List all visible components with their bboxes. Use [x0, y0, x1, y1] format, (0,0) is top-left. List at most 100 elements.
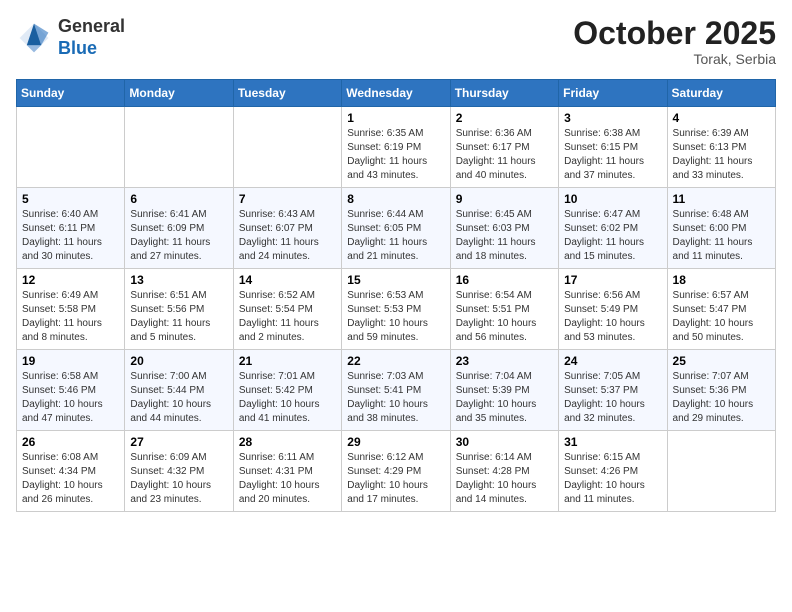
calendar-cell: 12Sunrise: 6:49 AM Sunset: 5:58 PM Dayli…: [17, 269, 125, 350]
calendar-cell: 16Sunrise: 6:54 AM Sunset: 5:51 PM Dayli…: [450, 269, 558, 350]
day-info: Sunrise: 6:53 AM Sunset: 5:53 PM Dayligh…: [347, 289, 444, 345]
day-number: 6: [130, 192, 227, 206]
calendar-cell: 19 Sunrise: 6:58 AM Sunset: 5:46 PM Dayli…: [17, 350, 125, 431]
calendar-day-header: Friday: [559, 80, 667, 107]
day-number: 10: [564, 192, 661, 206]
day-info: Sunrise: 7:04 AM Sunset: 5:39 PM Dayligh…: [456, 370, 553, 426]
day-info: Sunrise: 7:00 AM Sunset: 5:44 PM Dayligh…: [130, 370, 227, 426]
day-number: 18: [673, 273, 770, 287]
calendar-cell: 22Sunrise: 7:03 AM Sunset: 5:41 PM Dayli…: [342, 350, 450, 431]
calendar-cell: 9Sunrise: 6:45 AM Sunset: 6:03 PM Daylig…: [450, 188, 558, 269]
calendar-cell: 24 Sunrise: 7:05 AM Sunset: 5:37 PM Dayli…: [559, 350, 667, 431]
day-number: 30: [456, 435, 553, 449]
day-info: Sunrise: 6:58 AM Sunset: 5:46 PM Dayligh…: [22, 370, 119, 426]
day-info: Sunrise: 6:12 AM Sunset: 4:29 PM Dayligh…: [347, 451, 444, 507]
calendar-week-row: 26 Sunrise: 6:08 AM Sunset: 4:34 PM Dayli…: [17, 431, 776, 512]
calendar-day-header: Saturday: [667, 80, 775, 107]
day-info: Sunrise: 6:49 AM Sunset: 5:58 PM Dayligh…: [22, 289, 119, 345]
day-info: Sunrise: 6:48 AM Sunset: 6:00 PM Dayligh…: [673, 208, 770, 264]
calendar-table: SundayMondayTuesdayWednesdayThursdayFrid…: [16, 79, 776, 512]
calendar-week-row: 5Sunrise: 6:40 AM Sunset: 6:11 PM Daylig…: [17, 188, 776, 269]
day-info: Sunrise: 6:14 AM Sunset: 4:28 PM Dayligh…: [456, 451, 553, 507]
calendar-week-row: 1 Sunrise: 6:35 AM Sunset: 6:19 PM Daylig…: [17, 107, 776, 188]
calendar-cell: 30 Sunrise: 6:14 AM Sunset: 4:28 PM Dayli…: [450, 431, 558, 512]
day-info: Sunrise: 6:40 AM Sunset: 6:11 PM Dayligh…: [22, 208, 119, 264]
day-info: Sunrise: 6:35 AM Sunset: 6:19 PM Dayligh…: [347, 127, 444, 183]
calendar-cell: 4 Sunrise: 6:39 AM Sunset: 6:13 PM Daylig…: [667, 107, 775, 188]
calendar-cell: 17Sunrise: 6:56 AM Sunset: 5:49 PM Dayli…: [559, 269, 667, 350]
calendar-cell: 26 Sunrise: 6:08 AM Sunset: 4:34 PM Dayli…: [17, 431, 125, 512]
calendar-cell: 28Sunrise: 6:11 AM Sunset: 4:31 PM Dayli…: [233, 431, 341, 512]
calendar-cell: 25 Sunrise: 7:07 AM Sunset: 5:36 PM Dayli…: [667, 350, 775, 431]
calendar-week-row: 19 Sunrise: 6:58 AM Sunset: 5:46 PM Dayli…: [17, 350, 776, 431]
day-number: 25: [673, 354, 770, 368]
day-number: 29: [347, 435, 444, 449]
day-number: 22: [347, 354, 444, 368]
day-number: 8: [347, 192, 444, 206]
day-number: 2: [456, 111, 553, 125]
calendar-cell: 29 Sunrise: 6:12 AM Sunset: 4:29 PM Dayli…: [342, 431, 450, 512]
calendar-cell: 1 Sunrise: 6:35 AM Sunset: 6:19 PM Daylig…: [342, 107, 450, 188]
calendar-cell: [667, 431, 775, 512]
day-number: 26: [22, 435, 119, 449]
day-number: 21: [239, 354, 336, 368]
day-info: Sunrise: 6:54 AM Sunset: 5:51 PM Dayligh…: [456, 289, 553, 345]
day-number: 3: [564, 111, 661, 125]
day-info: Sunrise: 7:05 AM Sunset: 5:37 PM Dayligh…: [564, 370, 661, 426]
logo-general: General: [58, 16, 125, 36]
day-info: Sunrise: 7:01 AM Sunset: 5:42 PM Dayligh…: [239, 370, 336, 426]
day-info: Sunrise: 6:36 AM Sunset: 6:17 PM Dayligh…: [456, 127, 553, 183]
calendar-day-header: Monday: [125, 80, 233, 107]
calendar-day-header: Tuesday: [233, 80, 341, 107]
calendar-cell: 10Sunrise: 6:47 AM Sunset: 6:02 PM Dayli…: [559, 188, 667, 269]
day-number: 14: [239, 273, 336, 287]
day-number: 1: [347, 111, 444, 125]
calendar-cell: 8 Sunrise: 6:44 AM Sunset: 6:05 PM Daylig…: [342, 188, 450, 269]
day-info: Sunrise: 6:57 AM Sunset: 5:47 PM Dayligh…: [673, 289, 770, 345]
location-subtitle: Torak, Serbia: [573, 51, 776, 67]
day-number: 23: [456, 354, 553, 368]
day-info: Sunrise: 6:56 AM Sunset: 5:49 PM Dayligh…: [564, 289, 661, 345]
calendar-cell: [233, 107, 341, 188]
day-info: Sunrise: 6:38 AM Sunset: 6:15 PM Dayligh…: [564, 127, 661, 183]
calendar-day-header: Sunday: [17, 80, 125, 107]
calendar-cell: 11 Sunrise: 6:48 AM Sunset: 6:00 PM Dayli…: [667, 188, 775, 269]
day-number: 31: [564, 435, 661, 449]
calendar-cell: 7 Sunrise: 6:43 AM Sunset: 6:07 PM Daylig…: [233, 188, 341, 269]
day-number: 13: [130, 273, 227, 287]
logo-icon: [16, 20, 52, 56]
logo: General Blue: [16, 16, 125, 59]
day-number: 20: [130, 354, 227, 368]
calendar-cell: [17, 107, 125, 188]
day-number: 19: [22, 354, 119, 368]
day-number: 15: [347, 273, 444, 287]
day-info: Sunrise: 6:41 AM Sunset: 6:09 PM Dayligh…: [130, 208, 227, 264]
day-info: Sunrise: 6:43 AM Sunset: 6:07 PM Dayligh…: [239, 208, 336, 264]
calendar-cell: 27Sunrise: 6:09 AM Sunset: 4:32 PM Dayli…: [125, 431, 233, 512]
day-info: Sunrise: 6:39 AM Sunset: 6:13 PM Dayligh…: [673, 127, 770, 183]
day-number: 24: [564, 354, 661, 368]
calendar-cell: 23 Sunrise: 7:04 AM Sunset: 5:39 PM Dayli…: [450, 350, 558, 431]
calendar-cell: 18 Sunrise: 6:57 AM Sunset: 5:47 PM Dayli…: [667, 269, 775, 350]
day-number: 7: [239, 192, 336, 206]
calendar-cell: 14 Sunrise: 6:52 AM Sunset: 5:54 PM Dayli…: [233, 269, 341, 350]
calendar-cell: 31 Sunrise: 6:15 AM Sunset: 4:26 PM Dayli…: [559, 431, 667, 512]
day-info: Sunrise: 6:44 AM Sunset: 6:05 PM Dayligh…: [347, 208, 444, 264]
page-header: General Blue October 2025 Torak, Serbia: [16, 16, 776, 67]
calendar-cell: 13Sunrise: 6:51 AM Sunset: 5:56 PM Dayli…: [125, 269, 233, 350]
logo-blue: Blue: [58, 38, 97, 58]
calendar-cell: 6 Sunrise: 6:41 AM Sunset: 6:09 PM Daylig…: [125, 188, 233, 269]
logo-text: General Blue: [58, 16, 125, 59]
day-info: Sunrise: 6:15 AM Sunset: 4:26 PM Dayligh…: [564, 451, 661, 507]
day-info: Sunrise: 6:11 AM Sunset: 4:31 PM Dayligh…: [239, 451, 336, 507]
day-number: 9: [456, 192, 553, 206]
calendar-cell: 2 Sunrise: 6:36 AM Sunset: 6:17 PM Daylig…: [450, 107, 558, 188]
calendar-cell: [125, 107, 233, 188]
day-info: Sunrise: 7:07 AM Sunset: 5:36 PM Dayligh…: [673, 370, 770, 426]
day-info: Sunrise: 6:52 AM Sunset: 5:54 PM Dayligh…: [239, 289, 336, 345]
calendar-week-row: 12Sunrise: 6:49 AM Sunset: 5:58 PM Dayli…: [17, 269, 776, 350]
day-number: 4: [673, 111, 770, 125]
day-info: Sunrise: 6:08 AM Sunset: 4:34 PM Dayligh…: [22, 451, 119, 507]
calendar-cell: 21 Sunrise: 7:01 AM Sunset: 5:42 PM Dayli…: [233, 350, 341, 431]
day-number: 11: [673, 192, 770, 206]
